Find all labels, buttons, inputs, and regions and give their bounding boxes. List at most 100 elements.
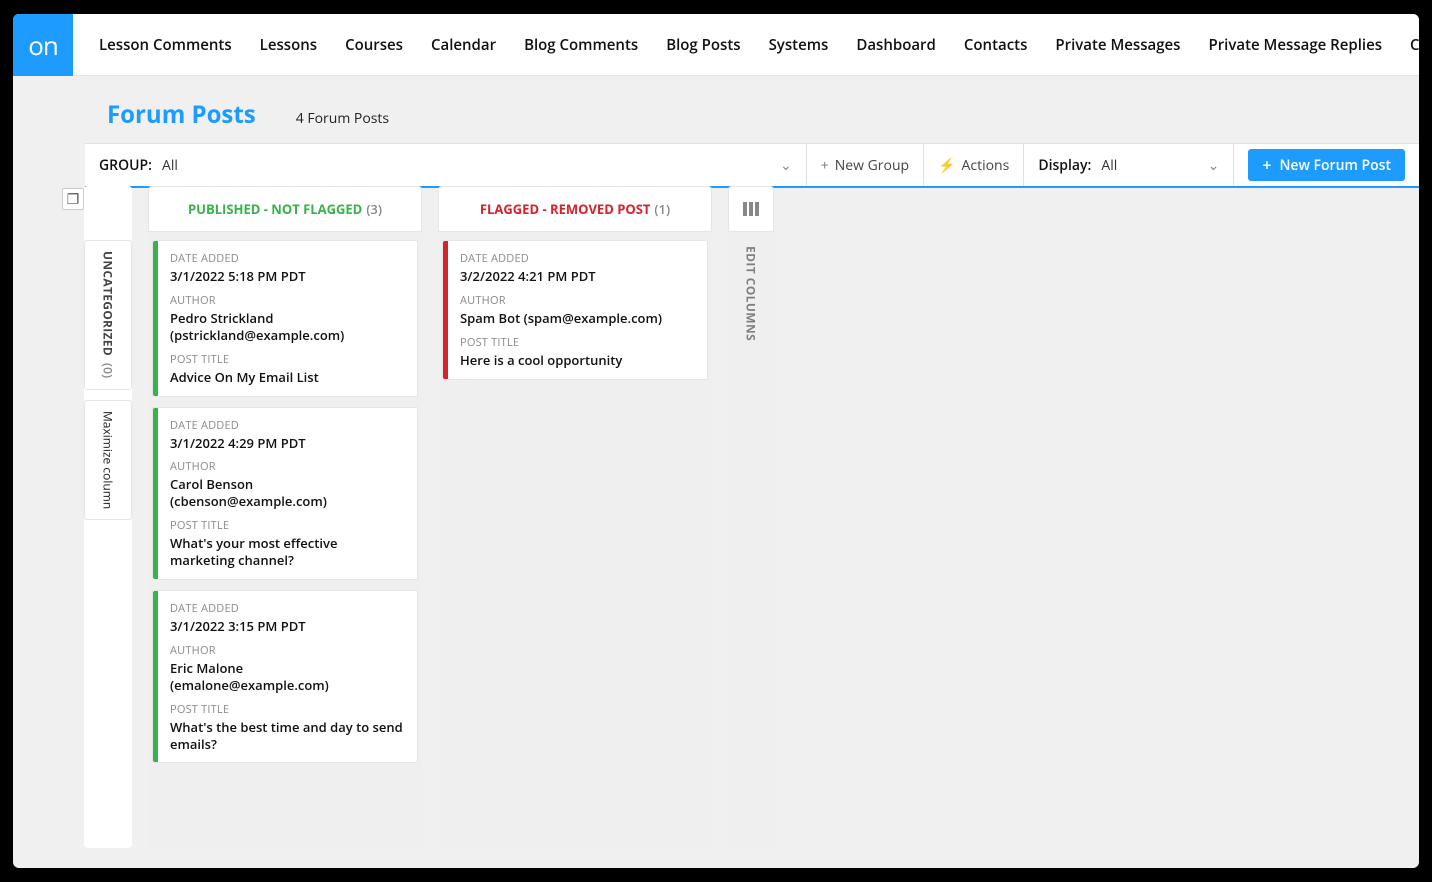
card-body: DATE ADDED 3/2/2022 4:21 PM PDT AUTHOR Spam… bbox=[448, 241, 707, 379]
author-value: Pedro Strickland (pstrickland@example.co… bbox=[170, 310, 405, 344]
author-label: AUTHOR bbox=[460, 293, 695, 308]
plus-icon: + bbox=[821, 156, 829, 175]
group-label: GROUP: bbox=[99, 156, 152, 175]
chevron-down-icon: ⌄ bbox=[780, 156, 792, 175]
post-title-field: POST TITLE What's your most effective mar… bbox=[170, 518, 405, 569]
columns-icon bbox=[728, 186, 774, 232]
side-rail: ❐ bbox=[26, 174, 84, 868]
date-added-label: DATE ADDED bbox=[170, 251, 405, 266]
column-title: FLAGGED - REMOVED POST bbox=[480, 200, 651, 218]
author-value: Eric Malone (emalone@example.com) bbox=[170, 660, 405, 694]
page-subtitle: 4 Forum Posts bbox=[296, 109, 389, 128]
date-added-field: DATE ADDED 3/1/2022 3:15 PM PDT bbox=[170, 601, 405, 635]
date-added-value: 3/1/2022 4:29 PM PDT bbox=[170, 435, 405, 452]
maximize-column-button[interactable]: Maximize column bbox=[84, 400, 132, 520]
date-added-value: 3/1/2022 5:18 PM PDT bbox=[170, 268, 405, 285]
post-title-field: POST TITLE Here is a cool opportunity bbox=[460, 335, 695, 369]
author-label: AUTHOR bbox=[170, 459, 405, 474]
plus-icon: + bbox=[1262, 157, 1271, 173]
edit-columns-panel[interactable]: EDIT COLUMNS bbox=[728, 186, 774, 848]
author-field: AUTHOR Pedro Strickland (pstrickland@exam… bbox=[170, 293, 405, 344]
topbar: on Lesson CommentsLessonsCoursesCalendar… bbox=[13, 14, 1419, 76]
page-header: Forum Posts 4 Forum Posts bbox=[13, 76, 1419, 143]
board-wrap: ❐ UNCATEGORIZED (0) Maximize column PUBL… bbox=[26, 174, 1419, 868]
post-title-label: POST TITLE bbox=[460, 335, 695, 350]
new-forum-post-label: New Forum Post bbox=[1279, 156, 1391, 175]
nav-item[interactable]: Systems bbox=[755, 14, 843, 76]
logo[interactable]: on bbox=[13, 14, 73, 76]
post-title-label: POST TITLE bbox=[170, 518, 405, 533]
uncategorized-column: UNCATEGORIZED (0) Maximize column bbox=[84, 186, 132, 848]
column-count: (3) bbox=[366, 200, 382, 218]
column-body: DATE ADDED 3/2/2022 4:21 PM PDT AUTHOR Spam… bbox=[438, 240, 712, 388]
nav-item[interactable]: Blog Comments bbox=[510, 14, 652, 76]
column-count: (1) bbox=[654, 200, 670, 218]
post-card[interactable]: DATE ADDED 3/1/2022 5:18 PM PDT AUTHOR Pedr… bbox=[152, 240, 418, 397]
post-title-label: POST TITLE bbox=[170, 702, 405, 717]
app-window: on Lesson CommentsLessonsCoursesCalendar… bbox=[13, 14, 1419, 868]
author-value: Spam Bot (spam@example.com) bbox=[460, 310, 695, 327]
date-added-value: 3/1/2022 3:15 PM PDT bbox=[170, 618, 405, 635]
nav-item[interactable]: Contacts bbox=[950, 14, 1042, 76]
nav-item[interactable]: Private Messages bbox=[1041, 14, 1194, 76]
author-field: AUTHOR Spam Bot (spam@example.com) bbox=[460, 293, 695, 327]
author-label: AUTHOR bbox=[170, 643, 405, 658]
column-title: PUBLISHED - NOT FLAGGED bbox=[188, 200, 362, 218]
edit-columns-label: EDIT COLUMNS bbox=[743, 246, 760, 341]
uncategorized-label: UNCATEGORIZED bbox=[100, 251, 117, 356]
author-label: AUTHOR bbox=[170, 293, 405, 308]
date-added-label: DATE ADDED bbox=[460, 251, 695, 266]
author-field: AUTHOR Carol Benson (cbenson@example.com) bbox=[170, 459, 405, 510]
author-field: AUTHOR Eric Malone (emalone@example.com) bbox=[170, 643, 405, 694]
group-value: All bbox=[162, 156, 178, 175]
bolt-icon: ⚡ bbox=[938, 156, 955, 175]
nav-item[interactable]: Dashboard bbox=[842, 14, 950, 76]
post-title-value: What's your most effective marketing cha… bbox=[170, 535, 405, 569]
post-title-value: What's the best time and day to send ema… bbox=[170, 719, 405, 753]
card-body: DATE ADDED 3/1/2022 5:18 PM PDT AUTHOR Pedr… bbox=[158, 241, 417, 396]
column-header[interactable]: FLAGGED - REMOVED POST (1) bbox=[438, 186, 712, 232]
kanban-column: FLAGGED - REMOVED POST (1) DATE ADDED 3/2/… bbox=[438, 186, 712, 848]
display-label: Display: bbox=[1038, 156, 1091, 175]
uncategorized-head-blank bbox=[84, 186, 132, 232]
post-title-field: POST TITLE Advice On My Email List bbox=[170, 352, 405, 386]
uncategorized-header[interactable]: UNCATEGORIZED (0) bbox=[84, 240, 132, 390]
date-added-field: DATE ADDED 3/1/2022 5:18 PM PDT bbox=[170, 251, 405, 285]
page-title: Forum Posts bbox=[107, 98, 256, 131]
display-value: All bbox=[1101, 156, 1117, 175]
date-added-field: DATE ADDED 3/2/2022 4:21 PM PDT bbox=[460, 251, 695, 285]
kanban-column: PUBLISHED - NOT FLAGGED (3) DATE ADDED 3/1… bbox=[148, 186, 422, 848]
author-value: Carol Benson (cbenson@example.com) bbox=[170, 476, 405, 510]
post-card[interactable]: DATE ADDED 3/1/2022 3:15 PM PDT AUTHOR Eric… bbox=[152, 590, 418, 763]
date-added-field: DATE ADDED 3/1/2022 4:29 PM PDT bbox=[170, 418, 405, 452]
kanban-board: UNCATEGORIZED (0) Maximize column PUBLIS… bbox=[84, 174, 1419, 868]
post-card[interactable]: DATE ADDED 3/2/2022 4:21 PM PDT AUTHOR Spam… bbox=[442, 240, 708, 380]
nav-item[interactable]: Lessons bbox=[246, 14, 331, 76]
column-header[interactable]: PUBLISHED - NOT FLAGGED (3) bbox=[148, 186, 422, 232]
post-title-value: Here is a cool opportunity bbox=[460, 352, 695, 369]
nav-item[interactable]: Private Message Replies bbox=[1194, 14, 1396, 76]
nav-item[interactable]: Courses bbox=[331, 14, 417, 76]
maximize-label: Maximize column bbox=[100, 411, 117, 509]
top-nav: Lesson CommentsLessonsCoursesCalendarBlo… bbox=[73, 14, 1419, 76]
post-title-field: POST TITLE What's the best time and day t… bbox=[170, 702, 405, 753]
post-title-value: Advice On My Email List bbox=[170, 369, 405, 386]
card-body: DATE ADDED 3/1/2022 3:15 PM PDT AUTHOR Eric… bbox=[158, 591, 417, 762]
post-card[interactable]: DATE ADDED 3/1/2022 4:29 PM PDT AUTHOR Caro… bbox=[152, 407, 418, 580]
nav-item[interactable]: Lesson Comments bbox=[85, 14, 246, 76]
uncategorized-count: (0) bbox=[100, 363, 117, 378]
date-added-label: DATE ADDED bbox=[170, 601, 405, 616]
nav-item[interactable]: Companies bbox=[1396, 14, 1419, 76]
chevron-down-icon: ⌄ bbox=[1208, 156, 1220, 175]
actions-label: Actions bbox=[962, 156, 1010, 175]
card-body: DATE ADDED 3/1/2022 4:29 PM PDT AUTHOR Caro… bbox=[158, 408, 417, 579]
nav-item[interactable]: Blog Posts bbox=[652, 14, 754, 76]
logo-text: on bbox=[28, 27, 58, 63]
date-added-value: 3/2/2022 4:21 PM PDT bbox=[460, 268, 695, 285]
column-body: DATE ADDED 3/1/2022 5:18 PM PDT AUTHOR Pedr… bbox=[148, 240, 422, 771]
stack-icon[interactable]: ❐ bbox=[62, 188, 84, 210]
post-title-label: POST TITLE bbox=[170, 352, 405, 367]
nav-item[interactable]: Calendar bbox=[417, 14, 510, 76]
date-added-label: DATE ADDED bbox=[170, 418, 405, 433]
new-group-label: New Group bbox=[835, 156, 909, 175]
